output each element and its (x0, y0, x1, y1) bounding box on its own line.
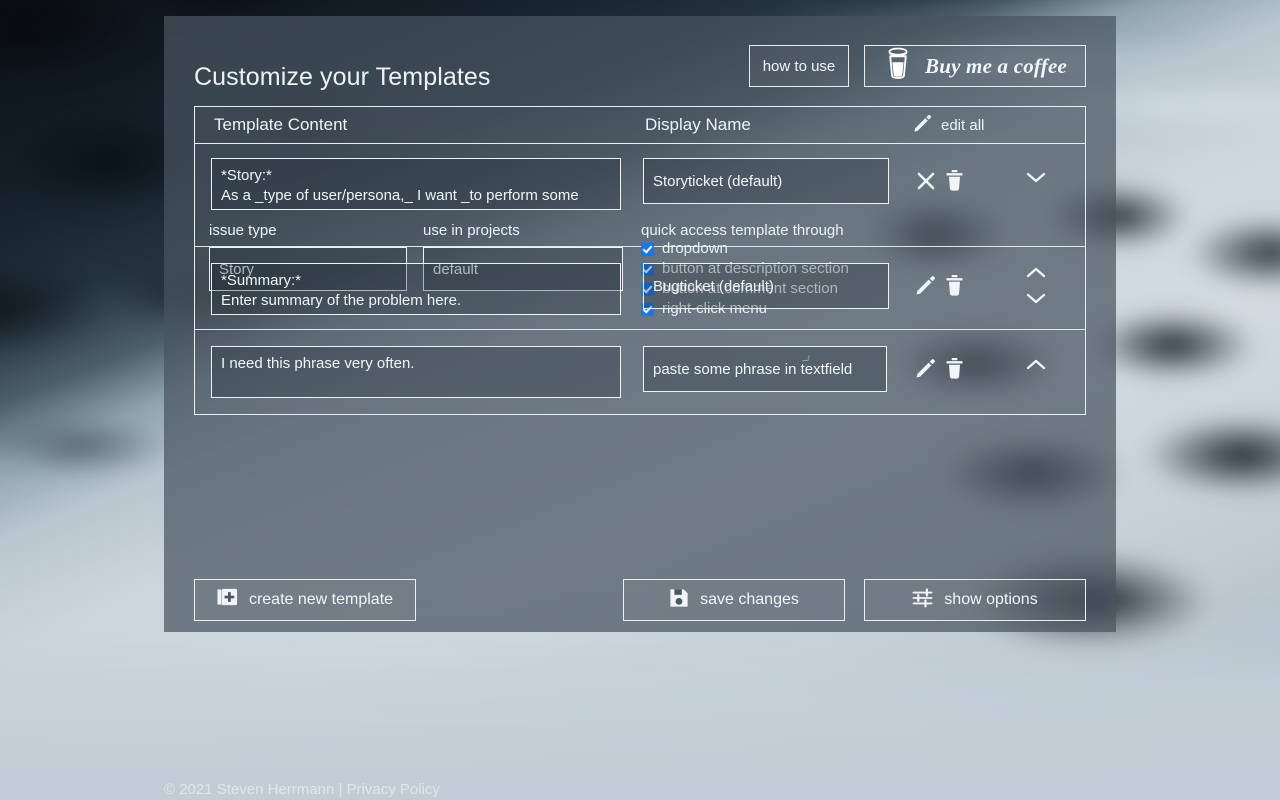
how-to-use-button[interactable]: how to use (749, 45, 849, 87)
template-row-main (195, 330, 1085, 414)
page-title: Customize your Templates (194, 63, 491, 91)
footer-separator: | (338, 781, 343, 798)
use-in-projects-label: use in projects (423, 222, 520, 239)
template-content-input[interactable] (211, 263, 621, 315)
column-header-template-content: Template Content (214, 115, 348, 134)
sliders-icon (912, 588, 933, 613)
add-document-icon (217, 587, 238, 613)
edit-all-label: edit all (941, 116, 985, 134)
chevron-down-icon[interactable] (1025, 291, 1047, 304)
table-row: issue type use in projects quick access … (195, 144, 1085, 317)
trash-icon[interactable] (945, 358, 964, 379)
template-row-main (195, 144, 1085, 222)
edit-pencil-icon (913, 114, 932, 137)
save-changes-label: save changes (700, 591, 799, 608)
table-header-row: Template Content Display Name edit all (194, 106, 1086, 144)
buy-me-a-coffee-label: Buy me a coffee (925, 53, 1067, 78)
chevron-up-icon[interactable] (1025, 267, 1047, 280)
save-floppy-icon (669, 588, 689, 613)
show-options-label: show options (944, 591, 1038, 608)
display-name-input[interactable] (643, 346, 887, 392)
templates-table: Template Content Display Name edit all *… (194, 106, 1086, 415)
privacy-policy-link[interactable]: Privacy Policy (347, 781, 440, 798)
edit-pencil-icon[interactable] (915, 275, 936, 296)
trash-icon[interactable] (945, 275, 964, 296)
table-row (195, 247, 1085, 330)
close-icon[interactable] (915, 170, 937, 192)
display-name-input[interactable] (643, 158, 889, 204)
template-content-input[interactable] (211, 158, 621, 210)
display-name-input[interactable] (643, 263, 889, 309)
show-options-button[interactable]: show options (864, 579, 1086, 621)
chevron-down-icon[interactable] (1025, 170, 1047, 184)
trash-icon[interactable] (945, 170, 964, 191)
table-row (195, 330, 1085, 414)
column-header-display-name: Display Name (645, 115, 751, 134)
quick-access-label: quick access template through (641, 222, 844, 239)
page-footer: © 2021 Steven Herrmann | Privacy Policy (164, 781, 440, 798)
header-button-group: how to use Buy me a coffee (749, 45, 1086, 87)
edit-pencil-icon[interactable] (915, 358, 936, 379)
issue-type-label: issue type (209, 222, 277, 239)
template-rows: issue type use in projects quick access … (194, 144, 1086, 415)
coffee-cup-icon (883, 47, 913, 85)
footer-button-group: create new template save changes show op… (194, 579, 1086, 621)
create-new-template-label: create new template (248, 591, 394, 608)
create-new-template-button[interactable]: create new template (194, 579, 416, 621)
template-options: issue type use in projects quick access … (195, 222, 1085, 317)
copyright-text: © 2021 Steven Herrmann (164, 781, 335, 798)
templates-panel: Customize your Templates how to use Buy … (164, 16, 1116, 632)
template-row-main (195, 247, 1085, 329)
save-changes-button[interactable]: save changes (623, 579, 845, 621)
edit-all-button[interactable]: edit all (913, 114, 984, 137)
chevron-up-icon[interactable] (1025, 359, 1047, 372)
template-content-input[interactable] (211, 346, 621, 398)
buy-me-a-coffee-button[interactable]: Buy me a coffee (864, 45, 1086, 87)
